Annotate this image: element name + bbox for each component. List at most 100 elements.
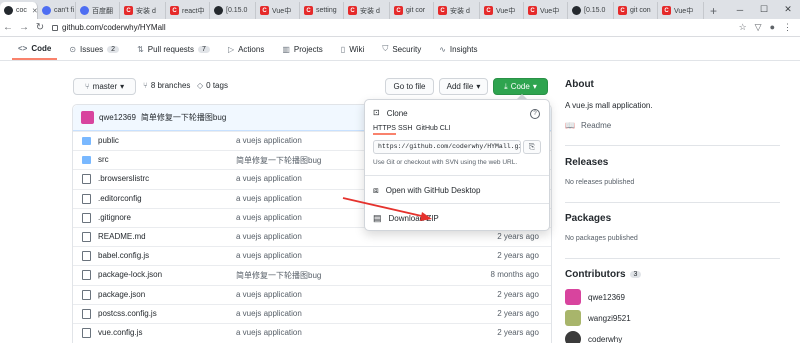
tab-issues[interactable]: ⊙ Issues 2: [63, 38, 125, 60]
browser-tab[interactable]: 百度翻: [76, 2, 120, 19]
branch-select-button[interactable]: ⑂ master ▾: [73, 78, 136, 95]
browser-tab-label: [0.15.0: [584, 7, 606, 14]
tab-projects[interactable]: ▥ Projects: [276, 38, 328, 60]
commit-message-link[interactable]: 简单修复一下轮播图bug: [236, 155, 321, 166]
back-icon[interactable]: ←: [0, 22, 16, 33]
go-to-file-button[interactable]: Go to file: [385, 78, 434, 95]
contributors-heading[interactable]: Contributors 3: [565, 269, 642, 280]
clone-tab-ssh[interactable]: SSH: [398, 125, 412, 132]
commit-message-link[interactable]: 简单修复一下轮播图bug: [236, 270, 321, 281]
book-icon: 📖: [565, 121, 575, 130]
commit-message-link[interactable]: a vuejs application: [236, 213, 302, 222]
url-field[interactable]: github.com/coderwhy/HYMall: [52, 23, 166, 32]
maximize-icon[interactable]: ☐: [752, 4, 776, 15]
browser-tab[interactable]: Creact中: [166, 2, 210, 19]
file-name-link[interactable]: vue.config.js: [98, 328, 142, 337]
menu-icon[interactable]: ⋮: [783, 22, 792, 33]
commit-author[interactable]: qwe12369: [99, 113, 136, 122]
tab-count-badge: 2: [107, 45, 120, 53]
clone-tab-github-cli[interactable]: GitHub CLI: [416, 125, 451, 132]
file-name-link[interactable]: src: [98, 155, 109, 164]
browser-tab[interactable]: C Vue中: [256, 2, 300, 19]
contributor-item[interactable]: qwe12369: [565, 289, 625, 305]
file-name-link[interactable]: .gitignore: [98, 213, 131, 222]
forward-icon[interactable]: →: [16, 22, 32, 33]
window-controls: ─ ☐ ✕: [728, 0, 800, 19]
divider: [365, 175, 549, 176]
branches-link[interactable]: ⑂ 8 branches: [143, 81, 190, 90]
close-tab-icon[interactable]: ✕: [32, 7, 37, 15]
file-name-link[interactable]: babel.config.js: [98, 251, 149, 260]
packages-empty: No packages published: [565, 235, 638, 242]
browser-tab[interactable]: Cgit cor: [390, 2, 434, 19]
star-icon[interactable]: ☆: [739, 22, 747, 33]
file-name-link[interactable]: README.md: [98, 232, 146, 241]
browser-tab[interactable]: coc ✕: [0, 2, 38, 19]
open-desktop-label: Open with GitHub Desktop: [385, 186, 481, 195]
file-name-link[interactable]: .browserslistrc: [98, 174, 149, 183]
tag-icon: ◇: [197, 81, 204, 90]
tab-label: Issues: [80, 44, 104, 54]
graph-icon: ∿: [439, 44, 446, 54]
tab-actions[interactable]: ▷ Actions: [222, 38, 270, 60]
file-icon: [82, 308, 91, 319]
folder-icon: [82, 137, 91, 145]
new-tab-button[interactable]: +: [704, 2, 723, 19]
minimize-icon[interactable]: ─: [728, 5, 752, 15]
browser-tab[interactable]: C 安装 d: [434, 2, 480, 19]
extension-icon[interactable]: ▽: [755, 22, 762, 33]
tab-code[interactable]: <> Code: [12, 38, 58, 60]
issue-icon: ⊙: [69, 44, 77, 54]
commit-message-link[interactable]: a vuejs application: [236, 309, 302, 318]
commit-message-link[interactable]: a vuejs application: [236, 136, 302, 145]
reload-icon[interactable]: ↻: [32, 22, 48, 33]
file-icon: [82, 193, 91, 204]
code-button[interactable]: ⤓ Code ▾: [493, 78, 548, 95]
file-name-link[interactable]: postcss.config.js: [98, 309, 157, 318]
tab-pull-requests[interactable]: ⇅ Pull requests 7: [131, 38, 216, 60]
browser-tab-label: setting: [316, 7, 337, 14]
tab-security[interactable]: ⛉ Security: [376, 38, 427, 60]
commit-message-link[interactable]: a vuejs application: [236, 290, 302, 299]
tab-label: Insights: [449, 44, 478, 54]
close-window-icon[interactable]: ✕: [776, 4, 800, 15]
tab-insights[interactable]: ∿ Insights: [433, 38, 483, 60]
commit-message-link[interactable]: a vuejs application: [236, 232, 302, 241]
file-name-link[interactable]: package-lock.json: [98, 270, 162, 279]
add-file-button[interactable]: Add file ▾: [439, 78, 488, 95]
browser-tab[interactable]: can't fi: [38, 2, 76, 19]
browser-tab[interactable]: Csetting: [300, 2, 344, 19]
commit-message-link[interactable]: a vuejs application: [236, 328, 302, 337]
browser-tab[interactable]: [0.15.0: [568, 2, 614, 19]
browser-tab[interactable]: C 安装 d: [344, 2, 390, 19]
commit-message-link[interactable]: a vuejs application: [236, 194, 302, 203]
readme-link[interactable]: 📖 Readme: [565, 121, 611, 130]
contributor-item[interactable]: coderwhy: [565, 331, 622, 343]
commit-message[interactable]: 简单修复一下轮播图bug: [141, 112, 226, 123]
file-name-link[interactable]: package.json: [98, 290, 145, 299]
clone-tab-https[interactable]: HTTPS: [373, 125, 396, 135]
copy-icon[interactable]: ⎘: [523, 140, 541, 154]
contributor-item[interactable]: wangzi9521: [565, 310, 631, 326]
file-name-link[interactable]: public: [98, 136, 119, 145]
releases-heading[interactable]: Releases: [565, 157, 608, 168]
clone-url-input[interactable]: https://github.com/coderwhy/HYMall.git: [373, 140, 521, 154]
browser-tab[interactable]: C Vue中: [480, 2, 524, 19]
browser-tab-label: coc: [16, 7, 27, 14]
commit-message-link[interactable]: a vuejs application: [236, 174, 302, 183]
browser-tab[interactable]: C 安装 d: [120, 2, 166, 19]
browser-actions: ☆ ▽ ● ⋮: [739, 22, 800, 33]
profile-icon[interactable]: ●: [770, 22, 775, 33]
browser-tab[interactable]: [0.15.0: [210, 2, 256, 19]
browser-tab[interactable]: C Vue中: [524, 2, 568, 19]
help-icon[interactable]: ?: [530, 109, 540, 119]
packages-heading[interactable]: Packages: [565, 213, 611, 224]
table-row: package-lock.json 简单修复一下轮播图bug 8 months ag…: [73, 265, 551, 284]
commit-message-link[interactable]: a vuejs application: [236, 251, 302, 260]
browser-tab[interactable]: Cgit con: [614, 2, 658, 19]
file-name-link[interactable]: .editorconfig: [98, 194, 142, 203]
tab-wiki[interactable]: ▯ Wiki: [335, 38, 371, 60]
tags-link[interactable]: ◇ 0 tags: [197, 81, 228, 90]
csdn-icon: C: [438, 6, 447, 15]
browser-tab[interactable]: C Vue中: [658, 2, 704, 19]
